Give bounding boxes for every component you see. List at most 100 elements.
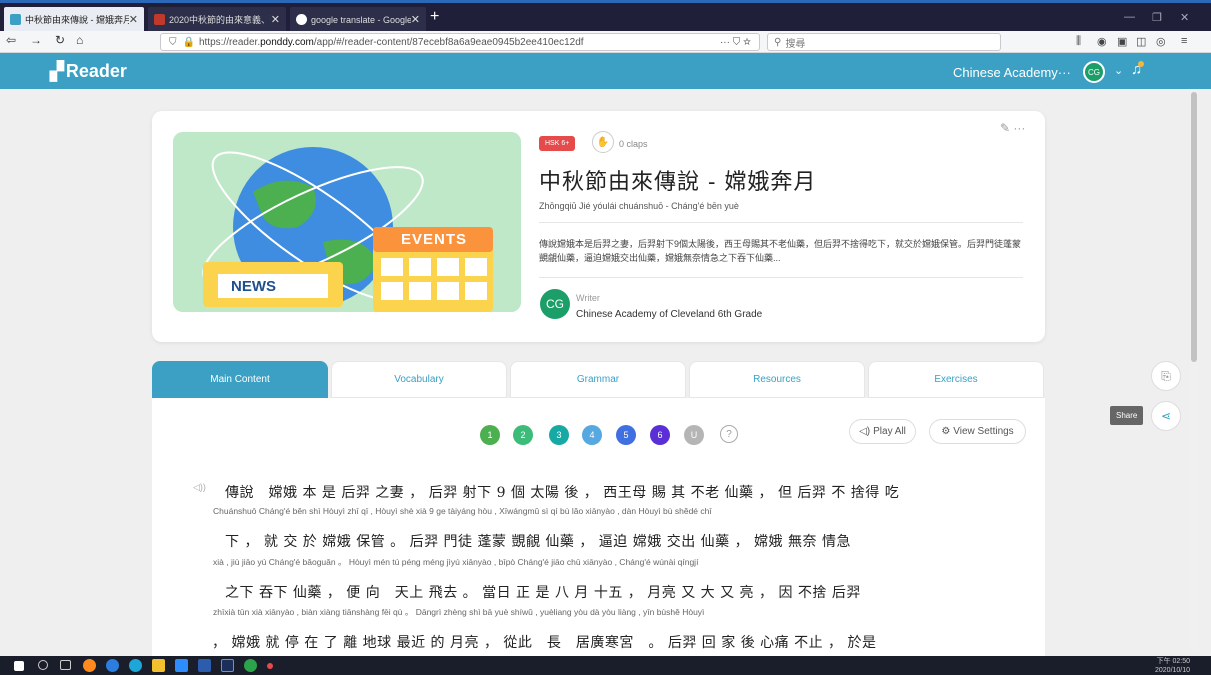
- writer-avatar: CG: [540, 289, 570, 319]
- library-icon[interactable]: ⫼: [1076, 35, 1081, 48]
- edit-more-icons[interactable]: ✎ ···: [1000, 121, 1025, 135]
- google-favicon-icon: [296, 14, 307, 25]
- level-button-2[interactable]: 2: [513, 425, 533, 445]
- tab-vocabulary[interactable]: Vocabulary: [331, 361, 507, 398]
- close-tab-icon[interactable]: ✕: [411, 13, 420, 26]
- reload-icon[interactable]: ↻: [55, 33, 65, 47]
- tab-title: 中秋節由來傳說 - 嫦娥奔月 | Po: [25, 15, 129, 25]
- more-icon[interactable]: ···: [1013, 121, 1025, 135]
- pinyin-line: Chuánshuō Cháng'é běn shì Hòuyì zhī qī ,…: [213, 506, 712, 516]
- text-line[interactable]: 下 ， 就 交 於 嫦娥 保管 。 后羿 門徒 蓬蒙 覬覦 仙藥 ， 逼迫 嫦娥…: [225, 531, 851, 551]
- r-favicon-icon: [154, 14, 165, 25]
- text-line[interactable]: 傳說 嫦娥 本 是 后羿 之妻 ， 后羿 射下 9 個 太陽 後 ， 西王母 賜…: [225, 482, 899, 502]
- sidebar-icon[interactable]: ◫: [1136, 35, 1146, 48]
- level-button-5[interactable]: 5: [616, 425, 636, 445]
- writer-label: Writer: [576, 293, 600, 303]
- tab-grammar[interactable]: Grammar: [510, 361, 686, 398]
- file-explorer-icon[interactable]: [152, 659, 165, 672]
- divider: [539, 277, 1023, 278]
- close-window-icon[interactable]: ✕: [1180, 11, 1189, 24]
- home-icon[interactable]: ⌂: [76, 33, 83, 47]
- share-icon[interactable]: ⋖: [1151, 401, 1181, 431]
- story-card: EVENTS NEWS HSK 6+ ✋ 0 claps ✎ ··· 中秋節由來…: [152, 111, 1045, 342]
- search-icon[interactable]: [38, 660, 48, 670]
- app-icon[interactable]: [267, 663, 273, 669]
- text-line[interactable]: ， 嫦娥 就 停 在 了 離 地球 最近 的 月亮 ， 從此 長 居廣寒宮 。 …: [212, 632, 877, 652]
- reader-logo[interactable]: ▞ Reader: [50, 61, 127, 82]
- firefox-icon[interactable]: [83, 659, 96, 672]
- restore-icon[interactable]: ❐: [1152, 11, 1162, 24]
- zoom-icon[interactable]: [175, 659, 188, 672]
- chrome-icon[interactable]: [244, 659, 257, 672]
- app-header: ▞ Reader Chinese Academy··· CG ⌄ ♫: [0, 53, 1211, 89]
- text-line[interactable]: 之下 吞下 仙藥 ， 便 向 天上 飛去 。 當日 正 是 八 月 十五 ， 月…: [225, 582, 861, 602]
- extension-icon[interactable]: ◎: [1156, 35, 1166, 48]
- writer-name[interactable]: Chinese Academy of Cleveland 6th Grade: [576, 309, 762, 320]
- word-icon[interactable]: [198, 659, 211, 672]
- pinyin-line: xià , jiù jiāo yú Cháng'é bǎoguǎn 。 Hòuy…: [213, 557, 699, 567]
- cover-news-text: NEWS: [231, 278, 276, 295]
- app-icon[interactable]: [106, 659, 119, 672]
- scrollbar-thumb[interactable]: [1191, 92, 1197, 362]
- level-button-4[interactable]: 4: [582, 425, 602, 445]
- system-clock[interactable]: 下午 02:50 2020/10/10: [1155, 657, 1190, 675]
- menu-icon[interactable]: ≡: [1181, 35, 1187, 47]
- hsk-level-badge: HSK 6+: [539, 136, 576, 151]
- forward-icon[interactable]: →: [30, 33, 42, 47]
- level-button-6[interactable]: 6: [650, 425, 670, 445]
- screenshot-icon[interactable]: ▣: [1117, 35, 1127, 48]
- level-button-3[interactable]: 3: [549, 425, 569, 445]
- news-events-illustration: [173, 132, 521, 312]
- search-input[interactable]: ⚲ 搜尋: [767, 33, 1001, 51]
- play-all-label: Play All: [873, 426, 906, 437]
- story-title-pinyin: Zhōngqiū Jié yóulái chuánshuō - Cháng'é …: [539, 201, 739, 211]
- pinyin-line: zhīxià tūn xià xiānyào , biàn xiàng tiān…: [213, 607, 705, 617]
- story-cover-image: EVENTS NEWS: [173, 132, 521, 312]
- windows-start-icon[interactable]: [14, 661, 24, 671]
- task-view-icon[interactable]: [60, 660, 71, 670]
- cover-events-text: EVENTS: [401, 231, 468, 248]
- play-sentence-icon[interactable]: ◁)): [193, 482, 206, 493]
- tab-title: 2020中秋節的由來意義、習俗、: [169, 15, 271, 25]
- pencil-icon[interactable]: ✎: [1000, 121, 1010, 135]
- speaker-icon: ◁): [859, 426, 871, 437]
- search-placeholder: 搜尋: [785, 38, 806, 50]
- url-host: ponddy.com: [260, 36, 314, 48]
- lock-icon: 🔒: [182, 36, 195, 48]
- account-name[interactable]: Chinese Academy···: [953, 65, 1071, 80]
- view-settings-button[interactable]: ⚙ View Settings: [929, 419, 1026, 444]
- browser-tab-active[interactable]: 中秋節由來傳說 - 嫦娥奔月 | Po ✕: [4, 7, 144, 32]
- back-icon[interactable]: ⇦: [6, 33, 16, 47]
- new-tab-icon[interactable]: +: [430, 8, 439, 26]
- story-title: 中秋節由來傳說 - 嫦娥奔月: [539, 170, 817, 195]
- document-icon[interactable]: ⎘: [1151, 361, 1181, 391]
- url-prefix: https://reader.: [198, 36, 261, 48]
- clock-date: 2020/10/10: [1155, 667, 1191, 674]
- help-icon[interactable]: ?: [720, 425, 738, 443]
- tab-exercises[interactable]: Exercises: [868, 361, 1044, 398]
- notification-dot: [1138, 61, 1145, 67]
- browser-tab[interactable]: 2020中秋節的由來意義、習俗、 ✕: [148, 7, 286, 32]
- url-bar[interactable]: ⛉ 🔒 https://reader. ponddy.com/app/#/read…: [160, 33, 760, 51]
- level-button-1[interactable]: 1: [480, 425, 500, 445]
- notification-bell-icon[interactable]: ♫: [1131, 61, 1145, 78]
- browser-tab[interactable]: google translate - Google 搜 ✕: [290, 7, 426, 32]
- pocket-icon[interactable]: ◉: [1097, 35, 1107, 48]
- clap-icon[interactable]: ✋: [592, 131, 614, 153]
- tab-resources[interactable]: Resources: [689, 361, 865, 398]
- close-tab-icon[interactable]: ✕: [129, 13, 138, 26]
- chevron-down-icon[interactable]: ⌄: [1114, 64, 1123, 77]
- minimize-icon[interactable]: —: [1124, 11, 1135, 23]
- play-all-button[interactable]: ◁) Play All: [849, 419, 916, 444]
- edge-icon[interactable]: [129, 659, 142, 672]
- avatar[interactable]: CG: [1083, 61, 1105, 83]
- claps-count: 0 claps: [619, 139, 648, 149]
- browser-tab-bar: 中秋節由來傳說 - 嫦娥奔月 | Po ✕ 2020中秋節的由來意義、習俗、 ✕…: [0, 0, 1211, 32]
- level-button-u[interactable]: U: [684, 425, 704, 445]
- browser-nav-bar: ⇦ → ↻ ⌂ ⛉ 🔒 https://reader. ponddy.com/ap…: [0, 31, 1211, 53]
- tab-main-content[interactable]: Main Content: [152, 361, 328, 398]
- close-tab-icon[interactable]: ✕: [271, 13, 280, 26]
- photoshop-icon[interactable]: [221, 659, 234, 672]
- page-actions-icon[interactable]: ··· ⛉ ☆: [720, 37, 751, 48]
- shield-icon: ⛉: [169, 36, 177, 48]
